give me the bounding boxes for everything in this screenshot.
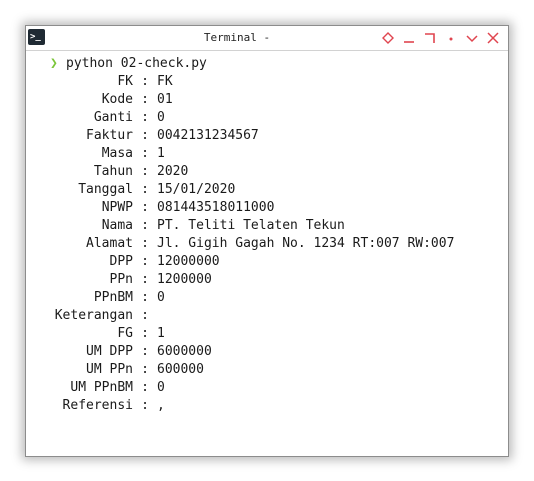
field-label: Tanggal	[78, 182, 133, 197]
close-icon[interactable]	[484, 30, 502, 46]
field-label: FK	[117, 74, 133, 89]
window-controls	[376, 30, 502, 46]
field-label: DPP	[109, 254, 133, 269]
field-label: Masa	[101, 146, 133, 161]
field-value: 2020	[157, 164, 189, 179]
field-label: UM PPnBM	[70, 380, 133, 395]
field-separator: :	[141, 308, 149, 323]
output-row: Alamat: Jl. Gigih Gagah No. 1234 RT:007 R…	[50, 235, 454, 253]
field-value: 0	[157, 110, 165, 125]
dot-icon[interactable]	[442, 30, 460, 46]
output-row: UM PPn:600000	[50, 361, 454, 379]
command-text: python 02-check.py	[66, 56, 207, 71]
field-label: Referensi	[62, 398, 133, 413]
output-row: Tanggal:15/01/2020	[50, 181, 454, 199]
field-label: Keterangan	[54, 308, 133, 323]
output-row: Referensi:,	[50, 397, 454, 415]
field-separator: :	[141, 290, 149, 305]
field-separator: :	[141, 272, 149, 287]
output-row: NPWP:081443518011000	[50, 199, 454, 217]
field-value: 0	[157, 380, 165, 395]
chevron-down-icon[interactable]	[463, 30, 481, 46]
field-value: 0042131234567	[157, 128, 259, 143]
field-separator: :	[141, 164, 149, 179]
field-label: Nama	[101, 218, 133, 233]
output-row: Keterangan:	[50, 307, 454, 325]
field-label: Tahun	[93, 164, 133, 179]
field-separator: :	[141, 236, 149, 251]
field-separator: :	[141, 218, 149, 233]
field-separator: :	[141, 398, 149, 413]
output-row: PPnBM:0	[50, 289, 454, 307]
output-row: Faktur:0042131234567	[50, 127, 454, 145]
output-row: UM PPnBM:0	[50, 379, 454, 397]
prompt-arrow-icon: ❯	[50, 56, 58, 71]
field-value: 081443518011000	[157, 200, 275, 215]
field-separator: :	[141, 92, 149, 107]
output-row: Ganti:0	[50, 109, 454, 127]
field-label: Kode	[101, 92, 133, 107]
field-value: 12000000	[157, 254, 220, 269]
field-value: 01	[157, 92, 173, 107]
maximize-icon[interactable]	[421, 30, 439, 46]
output-row: Masa:1	[50, 145, 454, 163]
field-value: 6000000	[157, 344, 212, 359]
field-value: 1200000	[157, 272, 212, 287]
field-label: Alamat	[86, 236, 133, 251]
field-value: PT. Teliti Telaten Tekun	[157, 218, 345, 233]
field-value: 1	[157, 146, 165, 161]
output-row: DPP:12000000	[50, 253, 454, 271]
field-label: PPnBM	[93, 290, 133, 305]
field-value: 15/01/2020	[157, 182, 236, 197]
field-label: UM PPn	[86, 362, 133, 377]
field-value: 600000	[157, 362, 204, 377]
output-rows: FK: FK Kode:01 Ganti:0 Faktur:0042131234567 M…	[50, 73, 455, 415]
minimize-icon[interactable]	[400, 30, 418, 46]
output-row: UM DPP:6000000	[50, 343, 454, 361]
field-separator: :	[141, 200, 149, 215]
field-label: UM DPP	[86, 344, 133, 359]
field-label: FG	[117, 326, 133, 341]
field-separator: :	[141, 326, 149, 341]
field-separator: :	[141, 110, 149, 125]
field-label: Ganti	[93, 110, 133, 125]
field-value: Jl. Gigih Gagah No. 1234 RT:007 RW:007	[157, 236, 455, 251]
field-separator: :	[141, 182, 149, 197]
field-value: 1	[157, 326, 165, 341]
field-separator: :	[141, 362, 149, 377]
output-row: Tahun:2020	[50, 163, 454, 181]
field-separator: :	[141, 74, 149, 89]
field-value: FK	[157, 74, 173, 89]
field-value: ,	[157, 398, 165, 413]
field-separator: :	[141, 254, 149, 269]
output-row: PPn:1200000	[50, 271, 454, 289]
title-bar[interactable]: >_ Terminal -	[26, 26, 508, 51]
output-row: Kode:01	[50, 91, 454, 109]
diamond-icon[interactable]	[379, 30, 397, 46]
terminal-window: >_ Terminal - ❯ python 02-check.py FK: …	[25, 25, 509, 457]
output-row: FK: FK	[50, 73, 454, 91]
command-line: ❯ python 02-check.py	[50, 55, 454, 73]
field-separator: :	[141, 128, 149, 143]
terminal-output[interactable]: ❯ python 02-check.py FK: FK Kode:01 Ganti:0 F…	[50, 55, 454, 415]
field-separator: :	[141, 344, 149, 359]
field-value: 0	[157, 290, 165, 305]
field-separator: :	[141, 146, 149, 161]
field-label: NPWP	[101, 200, 133, 215]
output-row: Nama: PT. Teliti Telaten Tekun	[50, 217, 454, 235]
output-row: FG:1	[50, 325, 454, 343]
field-label: Faktur	[86, 128, 133, 143]
field-label: PPn	[109, 272, 133, 287]
field-separator: :	[141, 380, 149, 395]
